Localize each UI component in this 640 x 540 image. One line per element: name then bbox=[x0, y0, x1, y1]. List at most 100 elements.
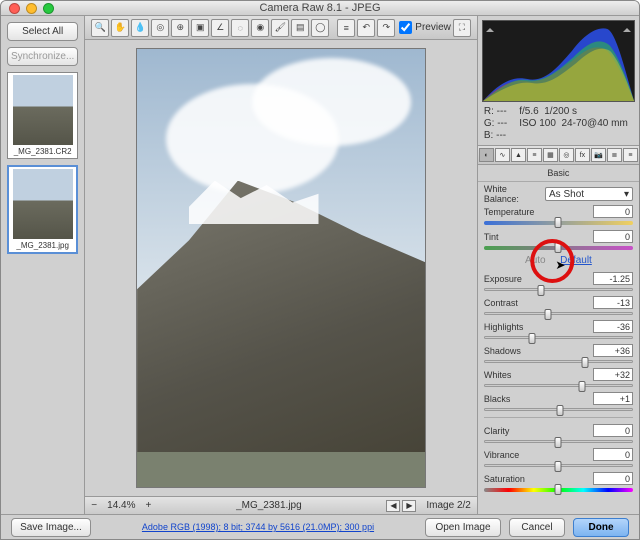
saturation-track[interactable] bbox=[484, 488, 633, 492]
thumbnail-image bbox=[13, 169, 73, 239]
auto-link[interactable]: Auto bbox=[519, 255, 552, 266]
slider-thumb[interactable] bbox=[545, 309, 552, 320]
slider-thumb[interactable] bbox=[528, 333, 535, 344]
tab-split-icon[interactable]: ▦ bbox=[543, 148, 558, 162]
graduated-filter-tool-icon[interactable]: ▤ bbox=[291, 19, 309, 37]
spot-removal-tool-icon[interactable]: ◌ bbox=[231, 19, 249, 37]
filmstrip-panel: Select All Synchronize... _MG_2381.CR2 _… bbox=[1, 16, 85, 514]
thumbnail-1[interactable]: _MG_2381.CR2 bbox=[7, 72, 78, 159]
shadow-clip-icon[interactable] bbox=[486, 24, 494, 32]
tab-hsl-icon[interactable]: ≡ bbox=[527, 148, 542, 162]
cancel-button[interactable]: Cancel bbox=[509, 518, 565, 537]
tab-camera-icon[interactable]: 📷 bbox=[591, 148, 606, 162]
canvas-area bbox=[85, 40, 477, 496]
right-panel: R: --- G: --- B: --- f/5.6 1/200 s ISO 1… bbox=[477, 16, 639, 514]
adjustment-brush-tool-icon[interactable]: 🖌 bbox=[271, 19, 289, 37]
center-panel: 🔍 ✋ 💧 ◎ ⊕ ▣ ∠ ◌ ◉ 🖌 ▤ ◯ ≡ ↶ ↷ Preview bbox=[85, 16, 477, 514]
rotate-ccw-icon[interactable]: ↶ bbox=[357, 19, 375, 37]
temperature-slider: Temperature0 bbox=[484, 205, 633, 225]
slider-thumb[interactable] bbox=[578, 381, 585, 392]
thumbnail-label: _MG_2381.jpg bbox=[16, 241, 68, 250]
radial-filter-tool-icon[interactable]: ◯ bbox=[311, 19, 329, 37]
clarity-value[interactable]: 0 bbox=[593, 424, 633, 437]
whites-value[interactable]: +32 bbox=[593, 368, 633, 381]
shadows-track[interactable] bbox=[484, 360, 633, 363]
vibrance-slider: Vibrance0 bbox=[484, 448, 633, 467]
tab-fx-icon[interactable]: fx bbox=[575, 148, 590, 162]
shadows-slider: Shadows+36 bbox=[484, 344, 633, 363]
image-preview[interactable] bbox=[136, 48, 426, 488]
done-button[interactable]: Done bbox=[573, 518, 629, 537]
color-sampler-tool-icon[interactable]: ◎ bbox=[151, 19, 169, 37]
white-balance-select[interactable]: As Shot ▾ bbox=[545, 187, 633, 201]
vibrance-value[interactable]: 0 bbox=[593, 448, 633, 461]
highlights-slider: Highlights-36 bbox=[484, 320, 633, 339]
panel-menu-icon[interactable]: ≡ bbox=[623, 148, 638, 162]
slider-thumb[interactable] bbox=[555, 242, 562, 253]
zoom-in-icon[interactable]: + bbox=[146, 500, 152, 511]
bottom-bar: Save Image... Adobe RGB (1998); 8 bit; 3… bbox=[1, 514, 639, 539]
slider-thumb[interactable] bbox=[555, 484, 562, 495]
titlebar: Camera Raw 8.1 - JPEG bbox=[1, 1, 639, 16]
select-all-button[interactable]: Select All bbox=[7, 22, 78, 41]
hand-tool-icon[interactable]: ✋ bbox=[111, 19, 129, 37]
whites-track[interactable] bbox=[484, 384, 633, 387]
blacks-track[interactable] bbox=[484, 408, 633, 411]
temperature-track[interactable] bbox=[484, 221, 633, 225]
prev-image-icon[interactable]: ◀ bbox=[386, 500, 400, 512]
vibrance-track[interactable] bbox=[484, 464, 633, 467]
save-image-button[interactable]: Save Image... bbox=[11, 518, 91, 537]
highlights-track[interactable] bbox=[484, 336, 633, 339]
tab-presets-icon[interactable]: ≣ bbox=[607, 148, 622, 162]
slider-thumb[interactable] bbox=[556, 405, 563, 416]
workflow-options-link[interactable]: Adobe RGB (1998); 8 bit; 3744 by 5616 (2… bbox=[142, 522, 374, 532]
tint-value[interactable]: 0 bbox=[593, 230, 633, 243]
zoom-out-icon[interactable]: − bbox=[91, 500, 97, 511]
tab-lens-icon[interactable]: ◎ bbox=[559, 148, 574, 162]
preview-checkbox-input[interactable] bbox=[399, 21, 412, 34]
tab-basic-icon[interactable]: ◐ bbox=[479, 148, 494, 162]
clarity-track[interactable] bbox=[484, 440, 633, 443]
open-image-button[interactable]: Open Image bbox=[425, 518, 501, 537]
tab-detail-icon[interactable]: ▲ bbox=[511, 148, 526, 162]
exposure-track[interactable] bbox=[484, 288, 633, 291]
blacks-value[interactable]: +1 bbox=[593, 392, 633, 405]
contrast-slider: Contrast-13 bbox=[484, 296, 633, 315]
default-link[interactable]: Default bbox=[554, 255, 598, 266]
camera-raw-window: Camera Raw 8.1 - JPEG Select All Synchro… bbox=[0, 0, 640, 540]
tab-curve-icon[interactable]: ∿ bbox=[495, 148, 510, 162]
redeye-tool-icon[interactable]: ◉ bbox=[251, 19, 269, 37]
next-image-icon[interactable]: ▶ bbox=[402, 500, 416, 512]
shadows-value[interactable]: +36 bbox=[593, 344, 633, 357]
exif-iso-lens: ISO 100 24-70@40 mm bbox=[519, 118, 628, 129]
highlight-clip-icon[interactable] bbox=[623, 24, 631, 32]
contrast-value[interactable]: -13 bbox=[593, 296, 633, 309]
highlights-value[interactable]: -36 bbox=[593, 320, 633, 333]
fullscreen-toggle-icon[interactable]: ⛶ bbox=[453, 19, 471, 37]
tint-track[interactable] bbox=[484, 246, 633, 250]
thumbnail-label: _MG_2381.CR2 bbox=[14, 147, 72, 156]
saturation-value[interactable]: 0 bbox=[593, 472, 633, 485]
rotate-cw-icon[interactable]: ↷ bbox=[377, 19, 395, 37]
white-balance-tool-icon[interactable]: 💧 bbox=[131, 19, 149, 37]
slider-thumb[interactable] bbox=[555, 217, 562, 228]
preview-water bbox=[137, 452, 425, 487]
preview-checkbox[interactable]: Preview bbox=[399, 21, 451, 34]
straighten-tool-icon[interactable]: ∠ bbox=[211, 19, 229, 37]
slider-thumb[interactable] bbox=[581, 357, 588, 368]
zoom-level[interactable]: 14.4% bbox=[107, 500, 135, 511]
slider-thumb[interactable] bbox=[555, 461, 562, 472]
target-adjust-tool-icon[interactable]: ⊕ bbox=[171, 19, 189, 37]
slider-thumb[interactable] bbox=[555, 437, 562, 448]
window-title: Camera Raw 8.1 - JPEG bbox=[1, 2, 639, 14]
temperature-value[interactable]: 0 bbox=[593, 205, 633, 218]
crop-tool-icon[interactable]: ▣ bbox=[191, 19, 209, 37]
histogram[interactable] bbox=[482, 20, 635, 102]
thumbnail-2[interactable]: _MG_2381.jpg bbox=[7, 165, 78, 254]
status-bar: − 14.4% + _MG_2381.jpg ◀ ▶ Image 2/2 bbox=[85, 496, 477, 514]
contrast-track[interactable] bbox=[484, 312, 633, 315]
prefs-tool-icon[interactable]: ≡ bbox=[337, 19, 355, 37]
slider-thumb[interactable] bbox=[537, 285, 544, 296]
exposure-value[interactable]: -1.25 bbox=[593, 272, 633, 285]
zoom-tool-icon[interactable]: 🔍 bbox=[91, 19, 109, 37]
